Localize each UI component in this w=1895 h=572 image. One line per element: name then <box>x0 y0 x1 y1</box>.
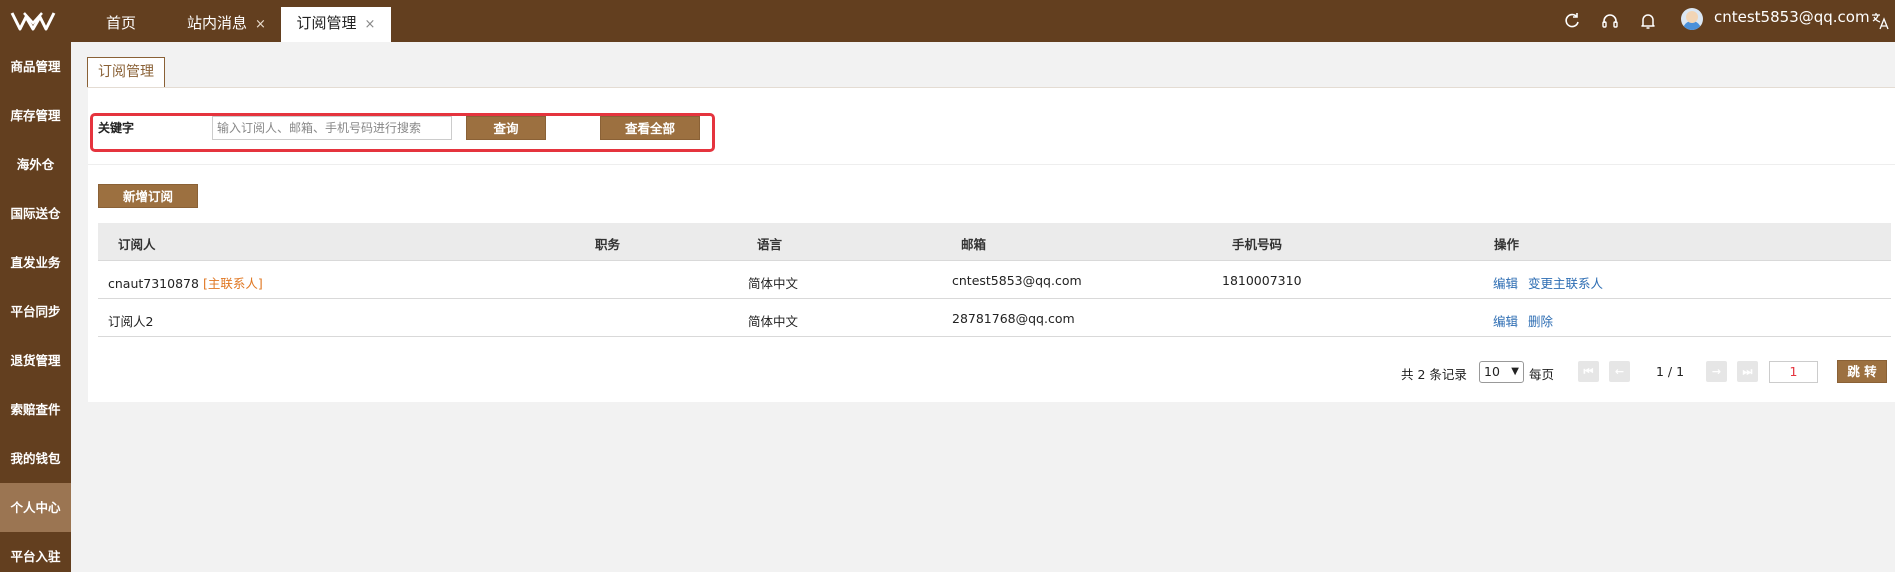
column-header-phone: 手机号码 <box>1232 237 1283 252</box>
sidebar-item-inventory-management[interactable]: 库存管理 <box>0 91 71 140</box>
chevron-down-icon: ▼ <box>1511 366 1519 377</box>
primary-contact-tag: [主联系人] <box>202 276 263 291</box>
sidebar-item-wallet[interactable]: 我的钱包 <box>0 434 71 483</box>
column-header-actions: 操作 <box>1494 237 1520 252</box>
add-subscription-button[interactable]: 新增订阅 <box>98 184 198 208</box>
sidebar-item-claims[interactable]: 索赔查件 <box>0 385 71 434</box>
sidebar-item-overseas-warehouse[interactable]: 海外仓 <box>0 140 71 189</box>
user-email[interactable]: cntest5853@qq.com <box>1714 8 1870 26</box>
subscriber-name: 订阅人2 <box>108 314 154 329</box>
first-page-icon[interactable]: ⏮ <box>1578 361 1599 382</box>
tab-subscription-management[interactable]: 订阅管理 × <box>281 7 391 42</box>
column-header-email: 邮箱 <box>961 237 987 252</box>
delete-link[interactable]: 删除 <box>1528 314 1553 329</box>
table-row: cnaut7310878 [主联系人] 简体中文 cntest5853@qq.co… <box>98 261 1891 299</box>
subscriber-cell: cnaut7310878 [主联系人] <box>108 273 263 292</box>
tab-label: 站内消息 <box>187 14 248 32</box>
actions-cell: 编辑 删除 <box>1493 311 1563 330</box>
subtab-subscription-management[interactable]: 订阅管理 <box>87 57 165 87</box>
sidebar: 商品管理 库存管理 海外仓 国际送仓 直发业务 平台同步 退货管理 索赔查件 我… <box>0 42 71 572</box>
tab-label: 首页 <box>106 14 137 32</box>
top-bar: 首页 站内消息 × 订阅管理 × cntest5853@qq.com <box>0 0 1895 42</box>
edit-link[interactable]: 编辑 <box>1493 276 1518 291</box>
tab-messages[interactable]: 站内消息 × <box>187 7 266 42</box>
query-button[interactable]: 查询 <box>466 116 546 140</box>
close-icon[interactable]: × <box>255 17 266 32</box>
column-header-subscriber: 订阅人 <box>118 237 156 252</box>
total-records: 共 2 条记录 <box>1401 367 1467 382</box>
sidebar-item-personal-center[interactable]: 个人中心 <box>0 483 71 532</box>
page-size-select[interactable]: 10 ▼ <box>1479 361 1524 383</box>
table-row: 订阅人2 简体中文 28781768@qq.com 编辑 删除 <box>98 299 1891 337</box>
actions-cell: 编辑 变更主联系人 <box>1493 273 1613 292</box>
keyword-label: 关键字 <box>98 121 135 135</box>
sidebar-item-international-delivery[interactable]: 国际送仓 <box>0 189 71 238</box>
translate-icon[interactable] <box>1870 11 1890 31</box>
page-number-input[interactable]: 1 <box>1769 361 1818 383</box>
phone-cell: 1810007310 <box>1222 273 1302 288</box>
prev-page-icon[interactable]: ← <box>1609 361 1630 382</box>
email-cell: cntest5853@qq.com <box>952 273 1082 288</box>
view-all-button[interactable]: 查看全部 <box>600 116 700 140</box>
page-size-value: 10 <box>1484 364 1500 379</box>
jump-button[interactable]: 跳 转 <box>1837 360 1887 383</box>
per-page-label: 每页 <box>1529 367 1555 382</box>
language-cell: 简体中文 <box>748 276 799 291</box>
sidebar-item-direct-shipping[interactable]: 直发业务 <box>0 238 71 287</box>
keyword-search-input[interactable] <box>212 116 452 140</box>
tab-home[interactable]: 首页 <box>106 7 136 42</box>
refresh-icon[interactable] <box>1562 11 1582 31</box>
language-cell: 简体中文 <box>748 314 799 329</box>
change-primary-contact-link[interactable]: 变更主联系人 <box>1528 276 1603 291</box>
divider <box>88 164 1895 165</box>
column-header-position: 职务 <box>595 237 621 252</box>
sidebar-item-returns[interactable]: 退货管理 <box>0 336 71 385</box>
tab-label: 订阅管理 <box>296 14 357 32</box>
column-header-language: 语言 <box>757 237 783 252</box>
last-page-icon[interactable]: ⏭ <box>1737 361 1758 382</box>
headset-icon[interactable] <box>1600 11 1620 31</box>
sidebar-item-product-management[interactable]: 商品管理 <box>0 42 71 91</box>
sidebar-item-platform-onboarding[interactable]: 平台入驻 <box>0 532 71 572</box>
next-page-icon[interactable]: → <box>1706 361 1727 382</box>
email-cell: 28781768@qq.com <box>952 311 1075 326</box>
edit-link[interactable]: 编辑 <box>1493 314 1518 329</box>
page-info: 1 / 1 <box>1656 364 1685 379</box>
avatar[interactable] <box>1681 8 1703 30</box>
table-header: 订阅人 职务 语言 邮箱 手机号码 操作 <box>98 223 1891 261</box>
logo-icon <box>10 12 56 31</box>
bell-icon[interactable] <box>1638 11 1658 31</box>
sidebar-item-platform-sync[interactable]: 平台同步 <box>0 287 71 336</box>
close-icon[interactable]: × <box>365 17 376 32</box>
subscriber-name: cnaut7310878 <box>108 276 199 291</box>
